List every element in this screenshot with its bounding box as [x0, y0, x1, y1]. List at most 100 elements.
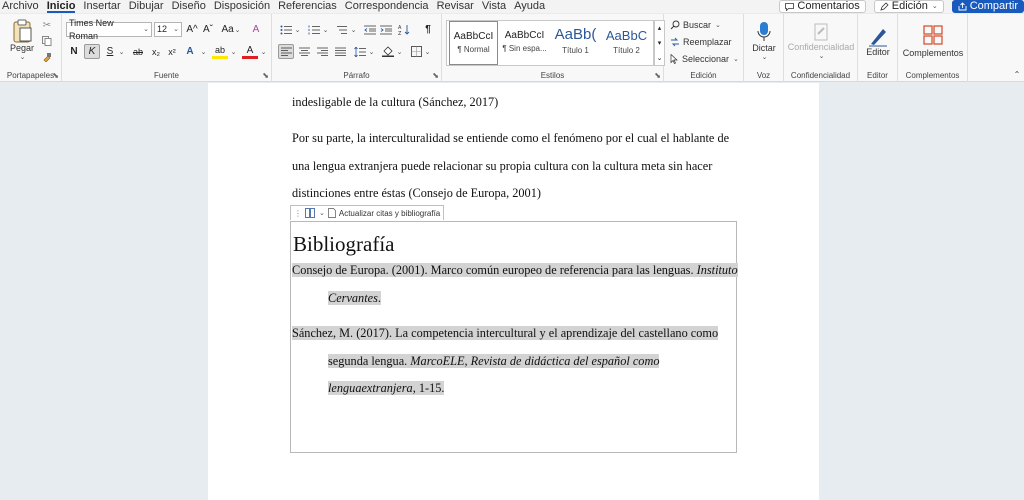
- numbering-dropdown[interactable]: ⌄: [320, 22, 330, 37]
- chevron-down-icon: ⌄: [931, 3, 938, 10]
- comments-button[interactable]: Comentarios: [779, 0, 866, 13]
- style-no-spacing[interactable]: AaBbCcI ¶ Sin espa...: [500, 21, 549, 65]
- style-normal[interactable]: AaBbCcI ¶ Normal: [449, 21, 498, 65]
- dialog-launcher-icon[interactable]: ⬊: [52, 71, 59, 80]
- justify-button[interactable]: [332, 44, 348, 59]
- body-text-line[interactable]: una lengua extranjera puede relacionar s…: [292, 159, 712, 174]
- chevron-down-icon: ⌄: [322, 26, 329, 34]
- bibliography-block[interactable]: Bibliografía Consejo de Europa. (2001). …: [290, 221, 738, 453]
- clear-formatting-button[interactable]: A: [248, 22, 264, 37]
- line-spacing-dropdown[interactable]: ⌄: [366, 44, 376, 59]
- sensitivity-button[interactable]: Confidencialidad ⌄: [786, 18, 856, 64]
- font-color-button[interactable]: A: [242, 44, 258, 59]
- editor-pen-icon: [868, 25, 888, 47]
- tab-archivo[interactable]: Archivo: [0, 0, 45, 12]
- tab-inicio[interactable]: Inicio: [45, 0, 82, 13]
- reference-line[interactable]: Consejo de Europa. (2001). Marco común e…: [292, 263, 738, 278]
- subscript-button[interactable]: x₂: [148, 44, 164, 59]
- more-icon[interactable]: ⌄: [657, 54, 663, 62]
- tab-disposicion[interactable]: Disposición: [212, 0, 276, 12]
- dialog-launcher-icon[interactable]: ⬊: [654, 71, 661, 80]
- shading-dropdown[interactable]: ⌄: [394, 44, 404, 59]
- text-effects-dropdown[interactable]: ⌄: [198, 44, 208, 59]
- dictate-button[interactable]: Dictar ⌄: [748, 18, 780, 64]
- decrease-indent-button[interactable]: [362, 22, 378, 37]
- replace-label: Reemplazar: [683, 37, 732, 47]
- show-formatting-button[interactable]: ¶: [420, 22, 436, 37]
- copy-button[interactable]: [40, 34, 54, 48]
- highlight-dropdown[interactable]: ⌄: [228, 44, 238, 59]
- reference-line[interactable]: Cervantes.: [328, 291, 381, 306]
- reference-line[interactable]: Sánchez, M. (2017). La competencia inter…: [292, 326, 719, 341]
- increase-indent-button[interactable]: [378, 22, 394, 37]
- editor-button[interactable]: Editor: [860, 18, 896, 64]
- strikethrough-button[interactable]: ab: [130, 44, 146, 59]
- dialog-launcher-icon[interactable]: ⬊: [262, 71, 269, 80]
- text-effects-button[interactable]: A: [182, 44, 198, 59]
- bibliography-icon[interactable]: [305, 208, 315, 218]
- reference-line[interactable]: segunda lengua. MarcoELE, Revista de did…: [328, 354, 660, 369]
- change-case-button[interactable]: Aa ⌄: [220, 22, 242, 37]
- find-button[interactable]: Buscar ⌄: [670, 18, 721, 32]
- cut-button[interactable]: ✂: [40, 18, 54, 32]
- italic-button[interactable]: K: [84, 44, 100, 59]
- tab-ayuda[interactable]: Ayuda: [512, 0, 551, 12]
- addins-grid-icon: [923, 24, 943, 45]
- underline-dropdown[interactable]: ⌄: [116, 44, 126, 59]
- styles-group-label: Estilos: [540, 71, 565, 80]
- dialog-launcher-icon[interactable]: ⬊: [432, 71, 439, 80]
- body-text-line[interactable]: Por su parte, la interculturalidad se en…: [292, 131, 729, 146]
- paste-button[interactable]: Pegar ⌄: [6, 18, 38, 62]
- select-button[interactable]: Seleccionar ⌄: [670, 52, 739, 66]
- body-text-line[interactable]: indesligable de la cultura (Sánchez, 201…: [292, 95, 498, 110]
- body-text-line[interactable]: distinciones entre éstas (Consejo de Eur…: [292, 186, 541, 201]
- font-color-dropdown[interactable]: ⌄: [258, 44, 268, 59]
- addins-button[interactable]: Complementos: [900, 18, 966, 64]
- bold-button[interactable]: N: [66, 44, 82, 59]
- align-right-button[interactable]: [314, 44, 330, 59]
- reference-line[interactable]: lenguaextranjera, 1-15.: [328, 381, 445, 396]
- style-preview: AaBbC: [605, 28, 648, 43]
- style-heading-2[interactable]: AaBbC Título 2: [602, 21, 651, 65]
- tab-dibujar[interactable]: Dibujar: [127, 0, 170, 12]
- align-left-button[interactable]: [278, 44, 294, 59]
- collapse-ribbon-button[interactable]: ⌃: [1012, 68, 1022, 80]
- font-name-select[interactable]: Times New Roman ⌄: [66, 18, 152, 41]
- tab-referencias[interactable]: Referencias: [276, 0, 343, 12]
- sort-button[interactable]: AZ: [396, 22, 412, 37]
- justify-icon: [334, 47, 346, 56]
- addins-label: Complementos: [902, 47, 964, 58]
- highlight-button[interactable]: ab: [212, 44, 228, 59]
- bibliography-title[interactable]: Bibliografía: [293, 232, 394, 257]
- document-canvas: indesligable de la cultura (Sánchez, 201…: [0, 83, 1024, 500]
- tab-vista[interactable]: Vista: [480, 0, 512, 12]
- shrink-font-button[interactable]: Aˇ: [200, 22, 216, 37]
- format-painter-button[interactable]: [40, 50, 54, 64]
- font-size-select[interactable]: 12 ⌄: [154, 22, 182, 37]
- bullets-dropdown[interactable]: ⌄: [292, 22, 302, 37]
- tab-insertar[interactable]: Insertar: [81, 0, 126, 12]
- chevron-down-icon[interactable]: ▾: [658, 39, 662, 47]
- comments-label: Comentarios: [797, 0, 860, 12]
- editing-mode-button[interactable]: Edición ⌄: [873, 0, 944, 13]
- style-heading-1[interactable]: AaBb( Título 1: [551, 21, 600, 65]
- update-citations-button[interactable]: Actualizar citas y bibliografía: [339, 209, 440, 218]
- pilcrow-icon: ¶: [425, 24, 431, 35]
- chevron-up-icon[interactable]: ▴: [658, 24, 662, 32]
- sensitivity-icon: [812, 22, 830, 42]
- borders-dropdown[interactable]: ⌄: [422, 44, 432, 59]
- drag-handle-icon[interactable]: ⋮: [294, 209, 302, 218]
- superscript-button[interactable]: x²: [164, 44, 180, 59]
- document-page[interactable]: indesligable de la cultura (Sánchez, 201…: [208, 83, 819, 500]
- tab-revisar[interactable]: Revisar: [435, 0, 480, 12]
- tab-correspondencia[interactable]: Correspondencia: [343, 0, 435, 12]
- paragraph-group-label: Párrafo: [343, 71, 370, 80]
- tab-diseno[interactable]: Diseño: [170, 0, 212, 12]
- chevron-down-icon: ⌄: [818, 53, 825, 60]
- grow-font-button[interactable]: A^: [184, 22, 200, 37]
- align-center-button[interactable]: [296, 44, 312, 59]
- multilevel-list-dropdown[interactable]: ⌄: [348, 22, 358, 37]
- share-button[interactable]: Compartir: [951, 0, 1024, 13]
- chevron-down-icon[interactable]: ⌄: [319, 209, 325, 217]
- replace-button[interactable]: Reemplazar: [670, 35, 732, 49]
